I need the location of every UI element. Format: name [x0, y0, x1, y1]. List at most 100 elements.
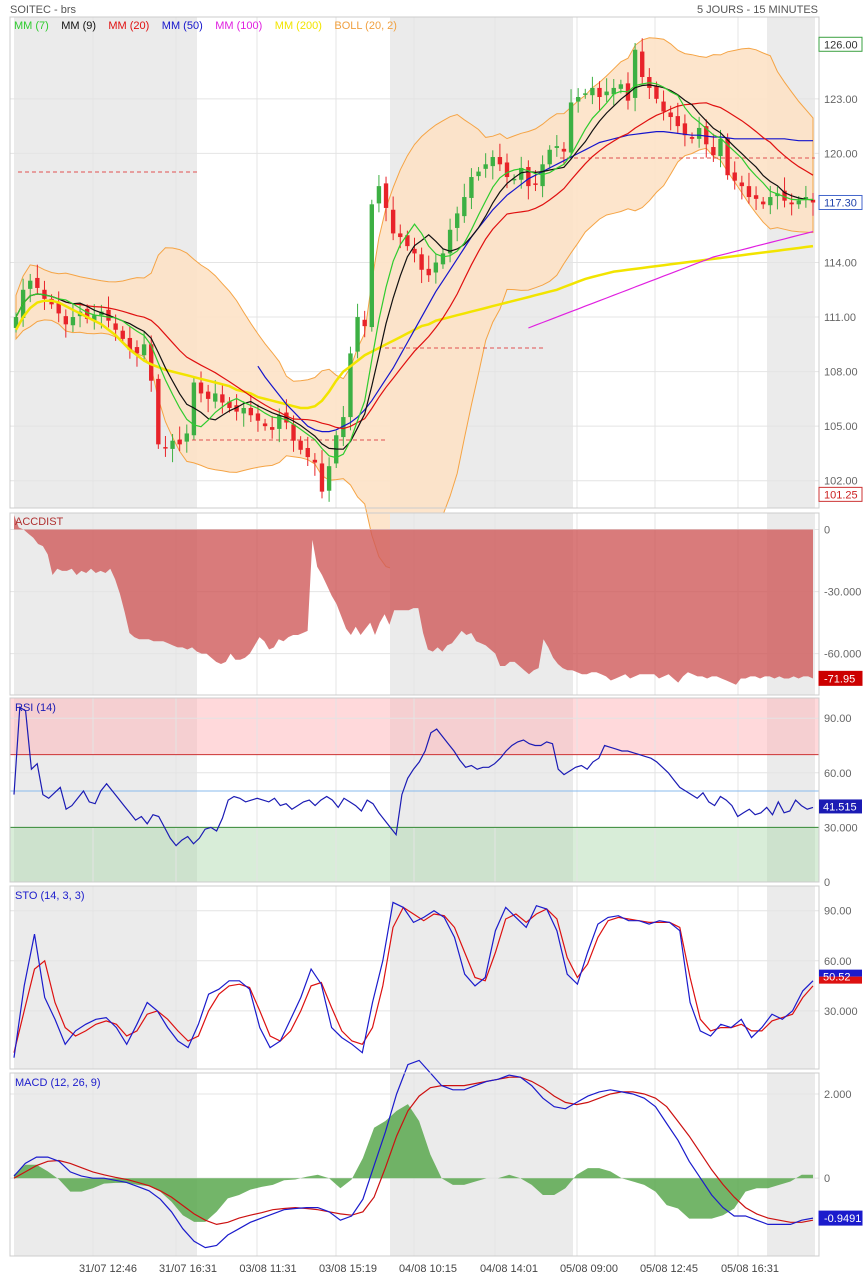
candle-body	[597, 87, 602, 98]
candle-body	[689, 137, 695, 139]
x-tick-label: 03/08 11:31	[239, 1263, 296, 1275]
candle-body	[120, 330, 125, 339]
candle-body	[440, 253, 446, 265]
candle-body	[319, 463, 325, 492]
candle-body	[789, 202, 794, 205]
candle-body	[682, 123, 688, 136]
x-tick-label: 31/07 12:46	[79, 1263, 137, 1275]
accdist-panel: ACCDIST 0 -30.000 -60.000 -71.95	[9, 512, 863, 696]
candle-body	[632, 49, 638, 98]
price-legend: MM (7) MM (9) MM (20) MM (50) MM (100) MM (20…	[14, 20, 397, 32]
candle-body	[298, 440, 303, 450]
candle-body	[376, 186, 382, 204]
sto-panel: STO (14, 3, 3) 90.00 60.00 30.000 50.52	[9, 885, 862, 1070]
legend-item: MM (9)	[61, 20, 96, 32]
y-tick-label: -60.000	[824, 649, 861, 661]
y-tick-label: 0	[824, 525, 830, 537]
candle-body	[269, 427, 275, 430]
candle-body	[177, 439, 182, 445]
y-tick-label: 123.00	[824, 94, 858, 106]
y-tick-label: 120.00	[824, 148, 858, 160]
candle-body	[291, 424, 296, 441]
candle-body	[590, 87, 595, 96]
candle-body	[504, 162, 510, 178]
candle-body	[198, 382, 204, 394]
candle-body	[533, 183, 538, 185]
y-tick-label: 108.00	[824, 367, 858, 379]
y-tick-label: 30.000	[824, 822, 858, 834]
candle-body	[355, 317, 360, 352]
candle-body	[640, 51, 645, 78]
x-tick-label: 03/08 15:19	[319, 1263, 377, 1275]
candle-body	[312, 459, 318, 463]
value-marker-label: 101.25	[824, 489, 858, 501]
candle-body	[476, 171, 481, 177]
candle-body	[383, 183, 389, 208]
candle-body	[604, 91, 609, 96]
legend-item: MM (50)	[162, 20, 203, 32]
candle-body	[483, 164, 488, 169]
candle-body	[326, 466, 332, 491]
candle-body	[362, 319, 367, 327]
y-tick-label: 105.00	[824, 421, 858, 433]
candle-body	[170, 440, 175, 449]
candle-body	[462, 197, 467, 217]
y-tick-label: 60.00	[824, 768, 852, 780]
candle-body	[547, 149, 552, 165]
candle-body	[412, 248, 417, 254]
candle-body	[141, 344, 147, 356]
y-tick-label: 2.000	[824, 1089, 852, 1101]
accdist-label: ACCDIST	[15, 516, 64, 528]
candle-body	[220, 394, 225, 403]
macd-panel: MACD (12, 26, 9) 2.000 0 -0.9491	[9, 1059, 863, 1257]
session-shade	[767, 1073, 815, 1256]
x-tick-label: 05/08 16:31	[721, 1263, 779, 1275]
candle-body	[718, 138, 723, 157]
candle-body	[419, 254, 424, 270]
y-tick-label: 0	[824, 1173, 830, 1185]
session-shade	[14, 1073, 197, 1256]
value-marker-label: 126.00	[824, 39, 858, 51]
chart-title: SOITEC - brs	[10, 4, 77, 16]
candle-body	[305, 447, 310, 458]
x-tick-label: 04/08 10:15	[399, 1263, 457, 1275]
x-tick-label: 05/08 09:00	[560, 1263, 618, 1275]
candle-body	[497, 157, 503, 165]
candle-body	[696, 127, 702, 139]
legend-item: MM (20)	[108, 20, 149, 32]
y-tick-label: 111.00	[824, 312, 856, 324]
legend-item: BOLL (20, 2)	[334, 20, 397, 32]
candle-body	[561, 148, 567, 152]
y-tick-label: 60.00	[824, 956, 852, 968]
value-marker-label: -71.95	[824, 673, 855, 685]
y-tick-label: 102.00	[824, 476, 858, 488]
candle-body	[28, 280, 33, 289]
candle-body	[390, 209, 396, 234]
x-tick-label: 04/08 14:01	[480, 1263, 538, 1275]
candle-body	[248, 407, 254, 416]
candle-body	[668, 112, 673, 118]
candle-body	[63, 316, 68, 325]
candle-body	[469, 177, 474, 198]
candle-body	[70, 317, 76, 326]
candle-body	[348, 353, 353, 418]
candle-body	[184, 433, 189, 442]
y-tick-label: 30.000	[824, 1006, 858, 1018]
legend-item: MM (200)	[275, 20, 322, 32]
candle-body	[35, 277, 40, 288]
candle-body	[398, 233, 403, 238]
candle-body	[113, 323, 118, 330]
legend-item: MM (100)	[215, 20, 262, 32]
macd-label: MACD (12, 26, 9)	[15, 1077, 101, 1089]
candle-body	[255, 413, 261, 421]
rsi-panel: RSI (14) 90.00 60.00 30.000 0 41.515	[9, 697, 862, 889]
candle-body	[568, 102, 574, 153]
candle-body	[761, 201, 766, 205]
x-axis: 31/07 12:46 31/07 16:31 03/08 11:31 03/08 1…	[79, 1263, 779, 1275]
chart-period: 5 JOURS - 15 MINUTES	[697, 4, 818, 16]
sto-value-label: 50.52	[823, 972, 851, 984]
candle-body	[205, 391, 211, 399]
candle-body	[455, 213, 460, 228]
y-tick-label: 90.00	[824, 906, 852, 918]
candle-body	[661, 101, 666, 112]
